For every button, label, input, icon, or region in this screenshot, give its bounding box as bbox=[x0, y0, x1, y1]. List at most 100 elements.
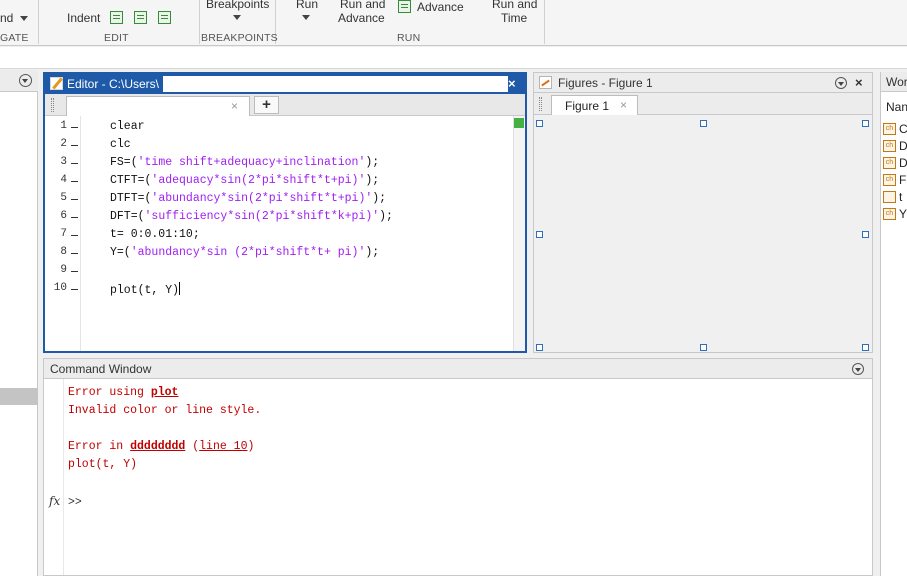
tab-close-icon[interactable]: × bbox=[620, 98, 627, 112]
line-number: 7 bbox=[60, 228, 67, 240]
advance-icon[interactable] bbox=[398, 0, 411, 13]
tab-figure-1[interactable]: Figure 1 × bbox=[551, 95, 638, 115]
address-bar[interactable] bbox=[0, 47, 907, 69]
workspace-panel: Wor Nan chCchDchDchFStchY bbox=[880, 72, 907, 576]
new-tab-button[interactable]: + bbox=[254, 96, 279, 114]
breakpoint-marker[interactable] bbox=[71, 253, 78, 254]
line-gutter: 1 2 3 4 5 6 7 8 9 10 bbox=[45, 116, 81, 351]
command-window[interactable]: Command Window Error using plot Invalid … bbox=[43, 358, 873, 576]
line-number: 9 bbox=[60, 264, 67, 276]
error-text: ) bbox=[247, 440, 255, 453]
resize-handle[interactable] bbox=[862, 344, 869, 351]
breakpoint-marker[interactable] bbox=[71, 271, 78, 272]
code-token: FS=( bbox=[110, 156, 138, 169]
breakpoint-marker[interactable] bbox=[71, 217, 78, 218]
section-breakpoints-label: BREAKPOINTS bbox=[201, 32, 278, 44]
decrease-indent-icon[interactable] bbox=[158, 11, 171, 24]
resize-handle[interactable] bbox=[536, 120, 543, 127]
tab-close-icon[interactable]: × bbox=[231, 99, 238, 113]
selected-file-row[interactable] bbox=[0, 388, 38, 405]
breakpoint-marker[interactable] bbox=[71, 199, 78, 200]
code-line[interactable]: CTFT=('adequacy*sin(2*pi*shift*t+pi)'); bbox=[110, 174, 379, 187]
panel-menu-icon[interactable] bbox=[835, 77, 847, 89]
error-text: ( bbox=[185, 440, 200, 453]
resize-handle[interactable] bbox=[700, 344, 707, 351]
code-line[interactable]: clear bbox=[110, 120, 145, 133]
breakpoint-marker[interactable] bbox=[71, 163, 78, 164]
breakpoint-marker[interactable] bbox=[71, 145, 78, 146]
line-number: 4 bbox=[60, 174, 67, 186]
indent-icon[interactable] bbox=[110, 11, 123, 24]
run-and-time-line1[interactable]: Run and bbox=[492, 0, 537, 11]
variable-type-icon: ch bbox=[883, 123, 896, 135]
code-line[interactable]: DTFT=('abundancy*sin(2*pi*shift*t+pi)'); bbox=[110, 192, 386, 205]
code-area[interactable]: 1 2 3 4 5 6 7 8 9 10 clear clc FS=('time shift+adeq… bbox=[45, 116, 513, 351]
chevron-down-icon[interactable] bbox=[20, 16, 28, 21]
section-navigate-label: GATE bbox=[0, 32, 29, 44]
editor-pencil-icon bbox=[50, 77, 63, 90]
code-analyzer-ok-icon[interactable] bbox=[514, 118, 524, 128]
resize-handle[interactable] bbox=[536, 231, 543, 238]
code-line[interactable]: t= 0:0.01:10; bbox=[110, 228, 200, 241]
code-line[interactable]: DFT=('sufficiency*sin(2*pi*shift*k+pi)')… bbox=[110, 210, 393, 223]
figure-canvas[interactable] bbox=[534, 115, 872, 352]
grip-icon[interactable] bbox=[539, 97, 542, 111]
resize-handle[interactable] bbox=[862, 120, 869, 127]
error-text: Error using bbox=[68, 386, 151, 399]
code-token: ); bbox=[365, 156, 380, 169]
run-and-time-line2[interactable]: Time bbox=[501, 11, 527, 25]
panel-menu-icon[interactable] bbox=[19, 74, 32, 87]
script-name-link[interactable]: dddddddd bbox=[130, 440, 185, 453]
editor-scrollbar[interactable] bbox=[513, 116, 525, 351]
code-line[interactable]: plot(t, Y) bbox=[110, 282, 181, 297]
run-button[interactable]: Run bbox=[296, 0, 318, 11]
code-token: clc bbox=[110, 138, 131, 151]
toolstrip-divider bbox=[38, 0, 39, 44]
breakpoint-marker[interactable] bbox=[71, 181, 78, 182]
code-line[interactable]: clc bbox=[110, 138, 131, 151]
editor-title: Editor - C:\Users\ bbox=[67, 77, 160, 91]
line-number-link[interactable]: line 10 bbox=[199, 440, 247, 453]
code-line[interactable]: Y=('abundancy*sin (2*pi*shift*t+ pi)'); bbox=[110, 246, 379, 259]
plot-function-link[interactable]: plot bbox=[151, 386, 179, 399]
figures-panel: Figures - Figure 1 × Figure 1 × bbox=[533, 72, 873, 353]
chevron-down-icon[interactable] bbox=[302, 15, 310, 20]
panel-header bbox=[0, 70, 38, 92]
run-and-advance-line2[interactable]: Advance bbox=[338, 11, 385, 25]
code-line[interactable]: FS=('time shift+adequacy+inclination'); bbox=[110, 156, 379, 169]
grip-icon[interactable] bbox=[51, 98, 54, 112]
breakpoint-marker[interactable] bbox=[71, 289, 78, 290]
string-literal: 'sufficiency*sin(2*pi*shift*k+pi)' bbox=[144, 210, 380, 223]
resize-handle[interactable] bbox=[700, 120, 707, 127]
chevron-down-icon[interactable] bbox=[233, 15, 241, 20]
breakpoint-marker[interactable] bbox=[71, 235, 78, 236]
line-number: 1 bbox=[60, 120, 67, 132]
breakpoint-marker[interactable] bbox=[71, 127, 78, 128]
editor-close-button[interactable]: × bbox=[508, 76, 516, 91]
function-browser-icon[interactable]: fx bbox=[49, 494, 60, 508]
code-token: ); bbox=[372, 192, 387, 205]
code-token: DFT=( bbox=[110, 210, 145, 223]
editor-file-tab[interactable]: × bbox=[66, 96, 250, 116]
command-prompt[interactable]: >> bbox=[68, 496, 82, 509]
advance-button[interactable]: Advance bbox=[417, 0, 464, 14]
code-token: clear bbox=[110, 120, 145, 133]
workspace-name-header[interactable]: Nan bbox=[886, 100, 907, 114]
error-line-4: plot(t, Y) bbox=[68, 458, 138, 471]
resize-handle[interactable] bbox=[536, 344, 543, 351]
line-number: 2 bbox=[60, 138, 67, 150]
toolstrip: nd Indent Breakpoints Run Run and Advanc… bbox=[0, 0, 907, 46]
figures-titlebar: Figures - Figure 1 × bbox=[534, 73, 872, 93]
resize-handle[interactable] bbox=[862, 231, 869, 238]
error-line-3: Error in dddddddd (line 10) bbox=[68, 440, 254, 453]
figures-close-button[interactable]: × bbox=[855, 75, 863, 90]
toolstrip-divider bbox=[199, 0, 200, 44]
variable-type-icon bbox=[883, 191, 896, 203]
editor-tabstrip: × + bbox=[45, 94, 525, 116]
run-and-advance-line1[interactable]: Run and bbox=[340, 0, 385, 11]
string-literal: 'abundancy*sin(2*pi*shift*t+pi)' bbox=[151, 192, 373, 205]
breakpoints-button[interactable]: Breakpoints bbox=[206, 0, 269, 11]
increase-indent-icon[interactable] bbox=[134, 11, 147, 24]
figures-title: Figures - Figure 1 bbox=[558, 76, 653, 90]
panel-menu-icon[interactable] bbox=[852, 363, 864, 375]
